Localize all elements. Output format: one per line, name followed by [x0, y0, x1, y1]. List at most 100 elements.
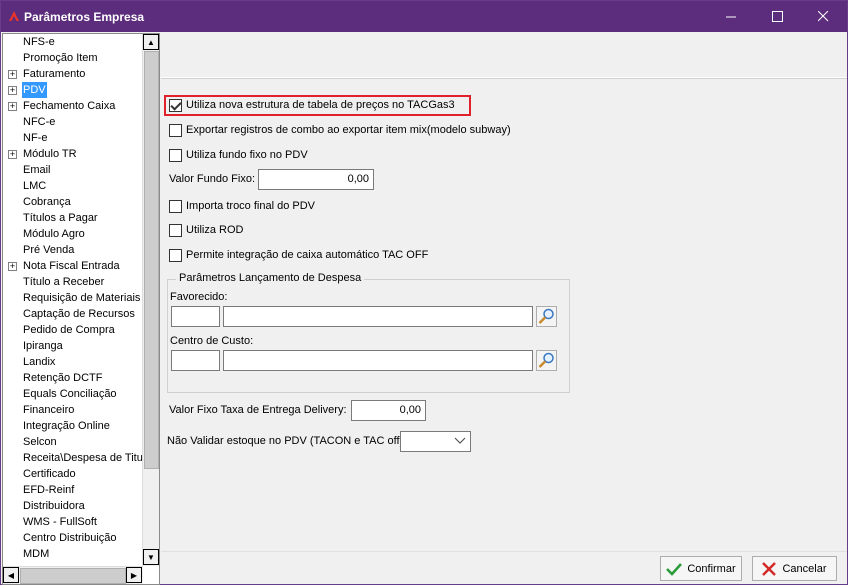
centro-custo-code-input[interactable] [171, 350, 220, 371]
tree-item-label: Requisição de Materiais [23, 292, 141, 304]
tree-item[interactable]: + Módulo TR [3, 146, 143, 162]
magnifier-icon [538, 308, 554, 324]
tree-item[interactable]: + Nota Fiscal Entrada [3, 258, 143, 274]
expand-plus-icon[interactable]: + [8, 86, 17, 95]
tree-item[interactable]: + Faturamento [3, 66, 143, 82]
option-nova-estrutura[interactable]: Utiliza nova estrutura de tabela de preç… [169, 97, 455, 113]
tree-item[interactable]: Retenção DCTF [3, 370, 143, 386]
tree-item[interactable]: MDM [3, 546, 143, 562]
tree-item-label: Nota Fiscal Entrada [23, 260, 120, 272]
tree-item[interactable]: Cobrança [3, 194, 143, 210]
tree-item[interactable]: + Fechamento Caixa [3, 98, 143, 114]
tree-item[interactable]: Landix [3, 354, 143, 370]
tree-item[interactable]: Integração Online [3, 418, 143, 434]
rod-checkbox[interactable] [169, 223, 182, 237]
x-icon [762, 561, 777, 576]
tree-item[interactable]: NF-e [3, 130, 143, 146]
tree-item-label: Selcon [23, 436, 57, 448]
tree-item[interactable]: Captação de Recursos [3, 306, 143, 322]
integracao-caixa-checkbox[interactable] [169, 248, 182, 262]
centro-custo-name-input[interactable] [223, 350, 533, 371]
tree-item[interactable]: Ipiranga [3, 338, 143, 354]
cancel-button[interactable]: Cancelar [752, 556, 837, 581]
expand-plus-icon[interactable]: + [8, 150, 17, 159]
tree-item[interactable]: Equals Conciliação [3, 386, 143, 402]
tree-item[interactable]: Título a Receber [3, 274, 143, 290]
tree-item[interactable]: Distribuidora [3, 498, 143, 514]
title-bar[interactable]: Parâmetros Empresa [1, 1, 847, 32]
expand-plus-icon[interactable]: + [8, 70, 17, 79]
expand-plus-icon[interactable]: + [8, 262, 17, 271]
maximize-button[interactable] [754, 1, 800, 32]
centro-custo-label: Centro de Custo: [170, 335, 254, 347]
tree-item[interactable]: Centro Distribuição [3, 530, 143, 546]
option-troco-final[interactable]: Importa troco final do PDV [169, 198, 315, 214]
scroll-left-button[interactable]: ◀ [3, 567, 19, 583]
validar-estoque-label: Não Validar estoque no PDV (TACON e TAC … [167, 435, 407, 447]
tree-item-label: Landix [23, 356, 56, 368]
close-icon [817, 11, 828, 22]
check-icon [666, 562, 683, 576]
cancel-label: Cancelar [782, 562, 827, 575]
settings-tree: NFS-e Promoção Item + Faturamento + PDV + Fecha… [3, 34, 143, 566]
tree-item-label: Ipiranga [23, 340, 63, 352]
tree-item[interactable]: NFC-e [3, 114, 143, 130]
tree-item-label: Promoção Item [23, 52, 98, 64]
expand-plus-icon[interactable]: + [8, 102, 17, 111]
option-exportar-combo[interactable]: Exportar registros de combo ao exportar … [169, 122, 511, 138]
tree-item-label: Retenção DCTF [23, 372, 103, 384]
tree-horizontal-scrollbar[interactable]: ◀ ▶ [3, 566, 143, 584]
tree-item[interactable]: Títulos a Pagar [3, 210, 143, 226]
tree-item-label: Faturamento [23, 68, 86, 80]
exportar-combo-checkbox[interactable] [169, 123, 182, 137]
tree-item[interactable]: Pré Venda [3, 242, 143, 258]
centro-custo-lookup-button[interactable] [536, 350, 557, 371]
tree-item[interactable]: Selcon [3, 434, 143, 450]
scroll-down-button[interactable]: ▼ [143, 549, 159, 565]
tree-item-label: Receita\Despesa de Titul [23, 452, 143, 464]
tree-item-label: Financeiro [23, 404, 75, 416]
window-title: Parâmetros Empresa [24, 10, 145, 24]
favorecido-lookup-button[interactable] [536, 306, 557, 327]
tree-item-label: WMS - FullSoft [23, 516, 97, 528]
close-button[interactable] [800, 1, 846, 32]
tree-item[interactable]: + PDV [3, 82, 143, 98]
tree-vertical-scrollbar[interactable]: ▲ ▼ [142, 34, 159, 566]
favorecido-name-input[interactable] [223, 306, 533, 327]
tree-item[interactable]: Módulo Agro [3, 226, 143, 242]
option-rod[interactable]: Utiliza ROD [169, 222, 243, 238]
tree-item[interactable]: LMC [3, 178, 143, 194]
scroll-up-button[interactable]: ▲ [143, 34, 159, 50]
tree-item[interactable]: Receita\Despesa de Titul [3, 450, 143, 466]
scroll-right-button[interactable]: ▶ [126, 567, 142, 583]
troco-final-checkbox[interactable] [169, 199, 182, 213]
settings-tree-panel: NFS-e Promoção Item + Faturamento + PDV + Fecha… [2, 33, 160, 585]
fundo-fixo-checkbox[interactable] [169, 148, 182, 162]
tree-item[interactable]: EFD-Reinf [3, 482, 143, 498]
tree-item[interactable]: Requisição de Materiais [3, 290, 143, 306]
option-integracao-caixa[interactable]: Permite integração de caixa automático T… [169, 247, 428, 263]
taxa-entrega-input[interactable]: 0,00 [351, 400, 426, 421]
confirm-button[interactable]: Confirmar [660, 556, 742, 581]
minimize-button[interactable] [708, 1, 754, 32]
favorecido-code-input[interactable] [171, 306, 220, 327]
minimize-icon [725, 16, 736, 18]
tree-item[interactable]: Financeiro [3, 402, 143, 418]
option-fundo-fixo[interactable]: Utiliza fundo fixo no PDV [169, 147, 308, 163]
tree-item-label: Email [23, 164, 51, 176]
tree-item-label: NFC-e [23, 116, 56, 128]
tree-item[interactable]: Promoção Item [3, 50, 143, 66]
tree-item[interactable]: Certificado [3, 466, 143, 482]
validar-estoque-select[interactable] [400, 431, 471, 452]
tree-item[interactable]: NFS-e [3, 34, 143, 50]
tree-item[interactable]: Email [3, 162, 143, 178]
horizontal-scroll-thumb[interactable] [20, 568, 126, 584]
tree-item-label: Módulo TR [23, 148, 77, 160]
integracao-caixa-label: Permite integração de caixa automático T… [186, 249, 429, 261]
nova-estrutura-checkbox[interactable] [169, 98, 182, 112]
valor-fundo-fixo-input[interactable]: 0,00 [258, 169, 374, 190]
tree-item[interactable]: Pedido de Compra [3, 322, 143, 338]
tree-item[interactable]: WMS - FullSoft [3, 514, 143, 530]
vertical-scroll-thumb[interactable] [144, 51, 159, 469]
tree-item-label: Títulos a Pagar [23, 212, 98, 224]
